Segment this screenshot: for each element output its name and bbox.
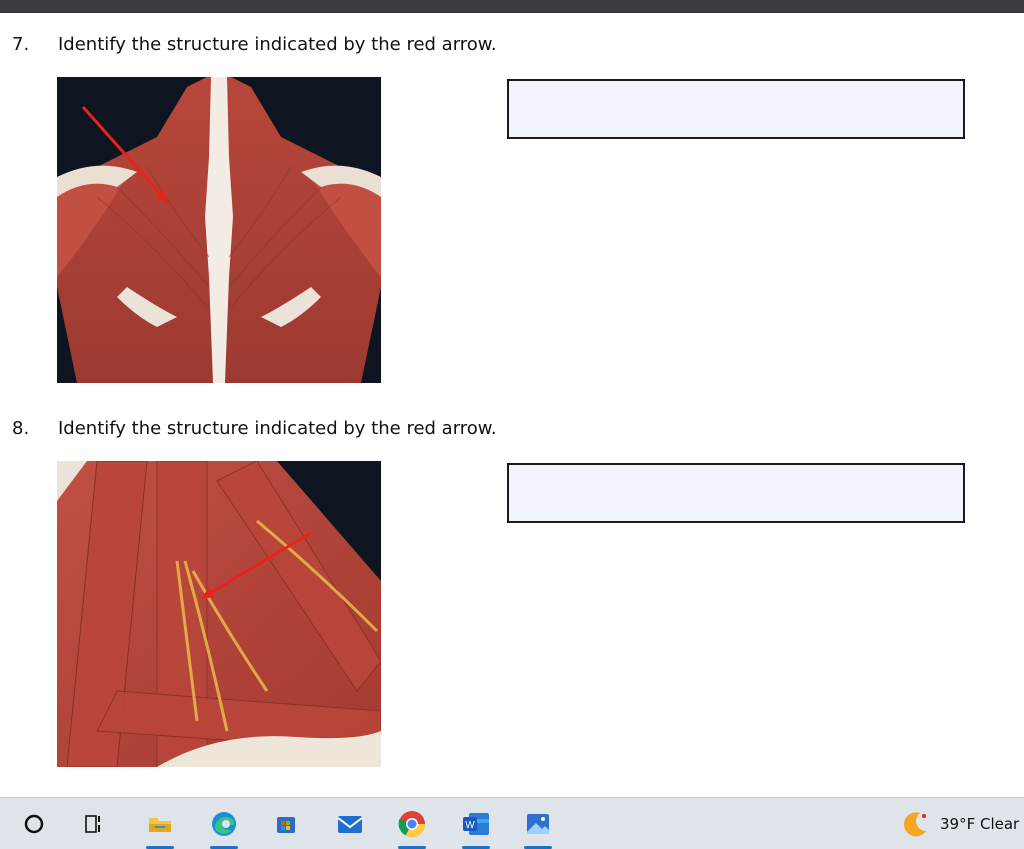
neck-muscles-image xyxy=(57,461,381,767)
back-muscles-illustration xyxy=(57,77,381,383)
question-prompt: Identify the structure indicated by the … xyxy=(58,34,497,55)
taskbar: W 39°F Clear xyxy=(0,797,1024,849)
weather-widget[interactable]: 39°F Clear xyxy=(900,798,1024,849)
mail-icon[interactable] xyxy=(326,798,374,849)
answer-input-8[interactable] xyxy=(507,463,965,523)
folder-icon[interactable] xyxy=(136,798,184,849)
chrome-icon[interactable] xyxy=(388,798,436,849)
question-prompt: Identify the structure indicated by the … xyxy=(58,418,497,439)
task-view-icon[interactable] xyxy=(70,798,118,849)
search-circle-icon[interactable] xyxy=(10,798,58,849)
question-number: 8. xyxy=(12,418,30,439)
neck-muscles-illustration xyxy=(57,461,381,767)
question-number: 7. xyxy=(12,34,30,55)
back-muscles-image xyxy=(57,77,381,383)
word-icon[interactable]: W xyxy=(452,798,500,849)
window-top-bar xyxy=(0,0,1024,13)
answer-input-7[interactable] xyxy=(507,79,965,139)
weather-text: 39°F Clear xyxy=(940,814,1020,833)
photos-icon[interactable] xyxy=(514,798,562,849)
moon-icon xyxy=(904,811,926,836)
word-letter: W xyxy=(465,820,475,831)
edge-icon[interactable] xyxy=(200,798,248,849)
store-icon[interactable] xyxy=(262,798,310,849)
